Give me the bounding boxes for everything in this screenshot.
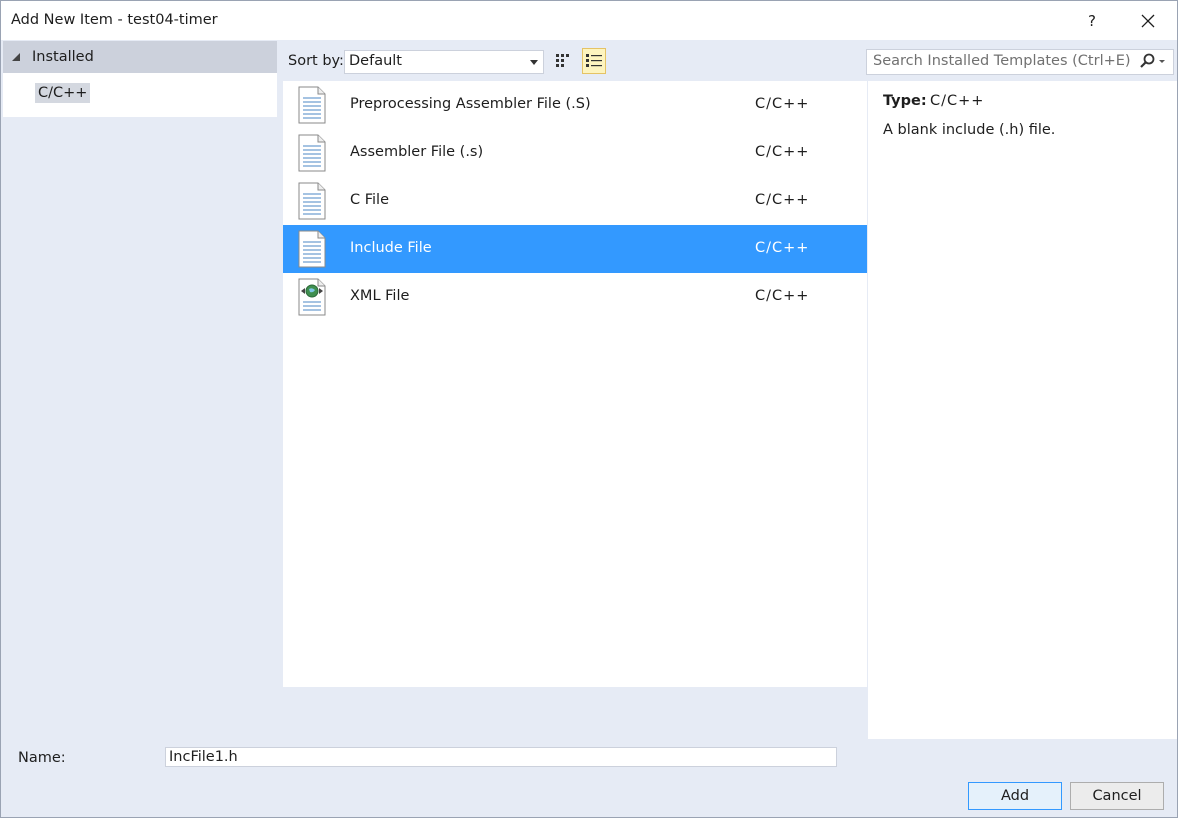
text-file-icon xyxy=(298,182,326,220)
expand-triangle-icon[interactable] xyxy=(11,52,21,62)
search-button[interactable] xyxy=(1137,52,1167,72)
template-list: Preprocessing Assembler File (.S) C/C++ … xyxy=(283,81,867,687)
close-button[interactable] xyxy=(1125,3,1171,38)
sort-by-value: Default xyxy=(349,53,402,69)
template-type: C/C++ xyxy=(755,192,810,208)
template-name: C File xyxy=(350,192,389,208)
chevron-down-icon xyxy=(530,60,538,65)
template-type: C/C++ xyxy=(755,96,810,112)
tree-node-cpp[interactable]: C/C++ xyxy=(35,83,91,103)
template-name: Assembler File (.s) xyxy=(350,144,484,160)
list-view-button[interactable] xyxy=(582,48,606,74)
add-button[interactable]: Add xyxy=(968,782,1062,810)
dialog-title: Add New Item - test04-timer xyxy=(11,12,218,28)
tree-node-installed[interactable]: Installed xyxy=(3,41,277,73)
template-name: Preprocessing Assembler File (.S) xyxy=(350,96,591,112)
template-type: C/C++ xyxy=(755,144,810,160)
search-templates-input[interactable]: Search Installed Templates (Ctrl+E) xyxy=(866,49,1174,75)
cancel-button[interactable]: Cancel xyxy=(1070,782,1164,810)
name-label: Name: xyxy=(18,750,66,766)
template-name: Include File xyxy=(350,240,432,256)
sort-by-label: Sort by: xyxy=(288,53,344,69)
title-bar: Add New Item - test04-timer ? xyxy=(1,1,1177,40)
template-row-assembler[interactable]: Assembler File (.s) C/C++ xyxy=(283,129,867,177)
tree-children: C/C++ xyxy=(3,73,277,117)
details-type-label: Type: xyxy=(883,93,927,109)
close-icon xyxy=(1141,14,1155,27)
template-row-c-file[interactable]: C File C/C++ xyxy=(283,177,867,225)
tree-node-installed-label: Installed xyxy=(32,49,94,65)
search-icon xyxy=(1140,53,1165,68)
sort-by-dropdown[interactable]: Default xyxy=(344,50,544,74)
text-file-icon xyxy=(298,134,326,172)
help-button[interactable]: ? xyxy=(1071,3,1113,38)
template-type: C/C++ xyxy=(755,288,810,304)
details-description: A blank include (.h) file. xyxy=(883,122,1056,138)
template-name: XML File xyxy=(350,288,410,304)
search-placeholder: Search Installed Templates (Ctrl+E) xyxy=(873,53,1131,69)
template-categories-tree: Installed C/C++ xyxy=(3,41,277,739)
template-details-pane: Type: C/C++ A blank include (.h) file. xyxy=(868,81,1177,739)
details-type-value: C/C++ xyxy=(930,93,985,109)
name-field[interactable] xyxy=(165,747,837,767)
text-file-icon xyxy=(298,86,326,124)
template-row-preprocessing-assembler[interactable]: Preprocessing Assembler File (.S) C/C++ xyxy=(283,81,867,129)
text-file-icon xyxy=(298,230,326,268)
add-new-item-dialog: Add New Item - test04-timer ? Installed … xyxy=(0,0,1178,818)
template-type: C/C++ xyxy=(755,240,810,256)
template-row-xml-file[interactable]: XML File C/C++ xyxy=(283,273,867,321)
template-row-include-file[interactable]: Include File C/C++ xyxy=(283,225,867,273)
grid-view-icon xyxy=(556,54,569,67)
xml-file-icon xyxy=(298,278,326,316)
small-icons-view-button[interactable] xyxy=(551,48,575,74)
list-view-icon xyxy=(586,54,602,67)
